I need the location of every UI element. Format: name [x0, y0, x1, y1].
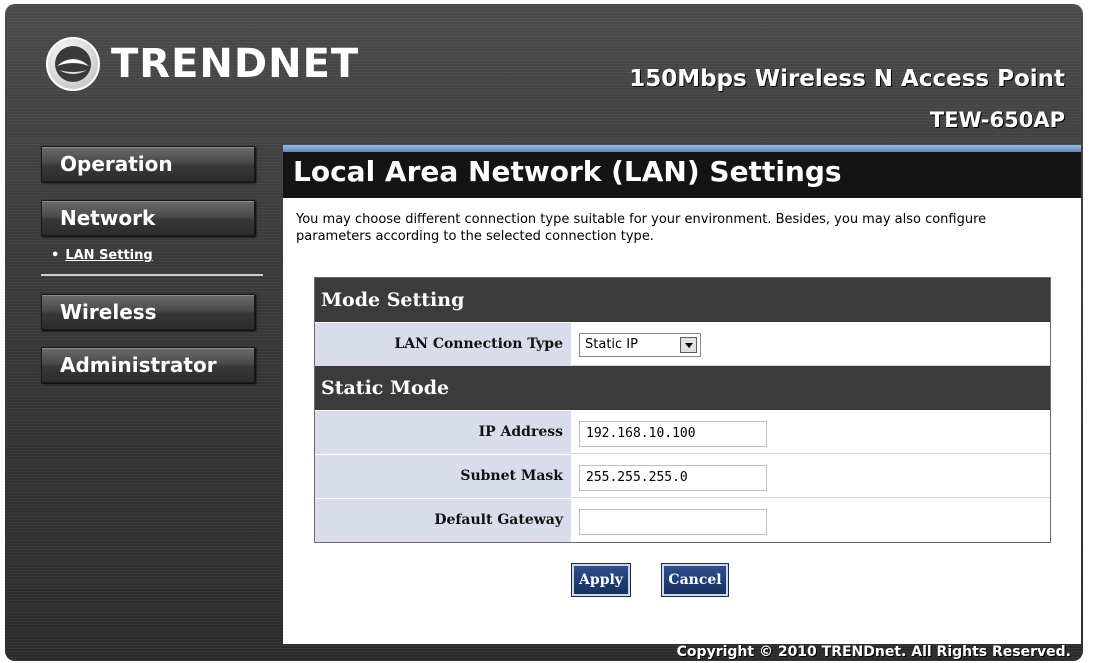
- subnet-mask-row: Subnet Mask 255.255.255.0: [315, 454, 1050, 498]
- logo-text: TRENDNET: [111, 41, 360, 87]
- ip-address-row: IP Address 192.168.10.100: [315, 410, 1050, 454]
- lan-connection-type-value: Static IP: [585, 337, 638, 352]
- trendnet-logo-icon: [46, 37, 100, 91]
- content-panel: You may choose different connection type…: [283, 198, 1081, 644]
- trendnet-logo: TRENDNET: [45, 36, 359, 92]
- default-gateway-label: Default Gateway: [315, 499, 572, 542]
- nav-administrator-button[interactable]: Administrator: [41, 347, 255, 383]
- cancel-button[interactable]: Cancel: [662, 564, 728, 596]
- nav-network-button[interactable]: Network: [41, 200, 255, 236]
- subnet-mask-label: Subnet Mask: [315, 455, 572, 498]
- lan-connection-type-select[interactable]: Static IP: [579, 333, 701, 357]
- nav-operation-button[interactable]: Operation: [41, 146, 255, 182]
- default-gateway-input[interactable]: [579, 509, 767, 535]
- network-submenu: • LAN Setting: [41, 234, 263, 276]
- static-mode-header: Static Mode: [315, 366, 1050, 410]
- content-accent-bar: [283, 145, 1081, 152]
- copyright-text: Copyright © 2010 TRENDnet. All Rights Re…: [676, 644, 1071, 660]
- sidebar-item-lan-setting[interactable]: • LAN Setting: [51, 248, 153, 263]
- ip-address-label: IP Address: [315, 411, 572, 454]
- settings-table: Mode Setting LAN Connection Type Static …: [314, 277, 1051, 543]
- page-frame: TRENDNET 150Mbps Wireless N Access Point…: [5, 4, 1083, 661]
- default-gateway-row: Default Gateway: [315, 498, 1050, 542]
- product-title: 150Mbps Wireless N Access Point: [629, 66, 1065, 92]
- sidebar-item-label: LAN Setting: [65, 248, 153, 263]
- mode-setting-header: Mode Setting: [315, 278, 1050, 322]
- chevron-down-icon[interactable]: [680, 337, 697, 353]
- subnet-mask-input[interactable]: 255.255.255.0: [579, 465, 767, 491]
- bullet-icon: •: [51, 248, 60, 263]
- apply-button[interactable]: Apply: [572, 564, 630, 596]
- nav-wireless-button[interactable]: Wireless: [41, 294, 255, 330]
- page-title: Local Area Network (LAN) Settings: [283, 152, 1081, 198]
- ip-address-input[interactable]: 192.168.10.100: [579, 421, 767, 447]
- page-description: You may choose different connection type…: [296, 212, 987, 244]
- lan-connection-type-row: LAN Connection Type Static IP: [315, 322, 1050, 366]
- product-model: TEW-650AP: [929, 108, 1065, 132]
- lan-connection-type-label: LAN Connection Type: [315, 323, 572, 366]
